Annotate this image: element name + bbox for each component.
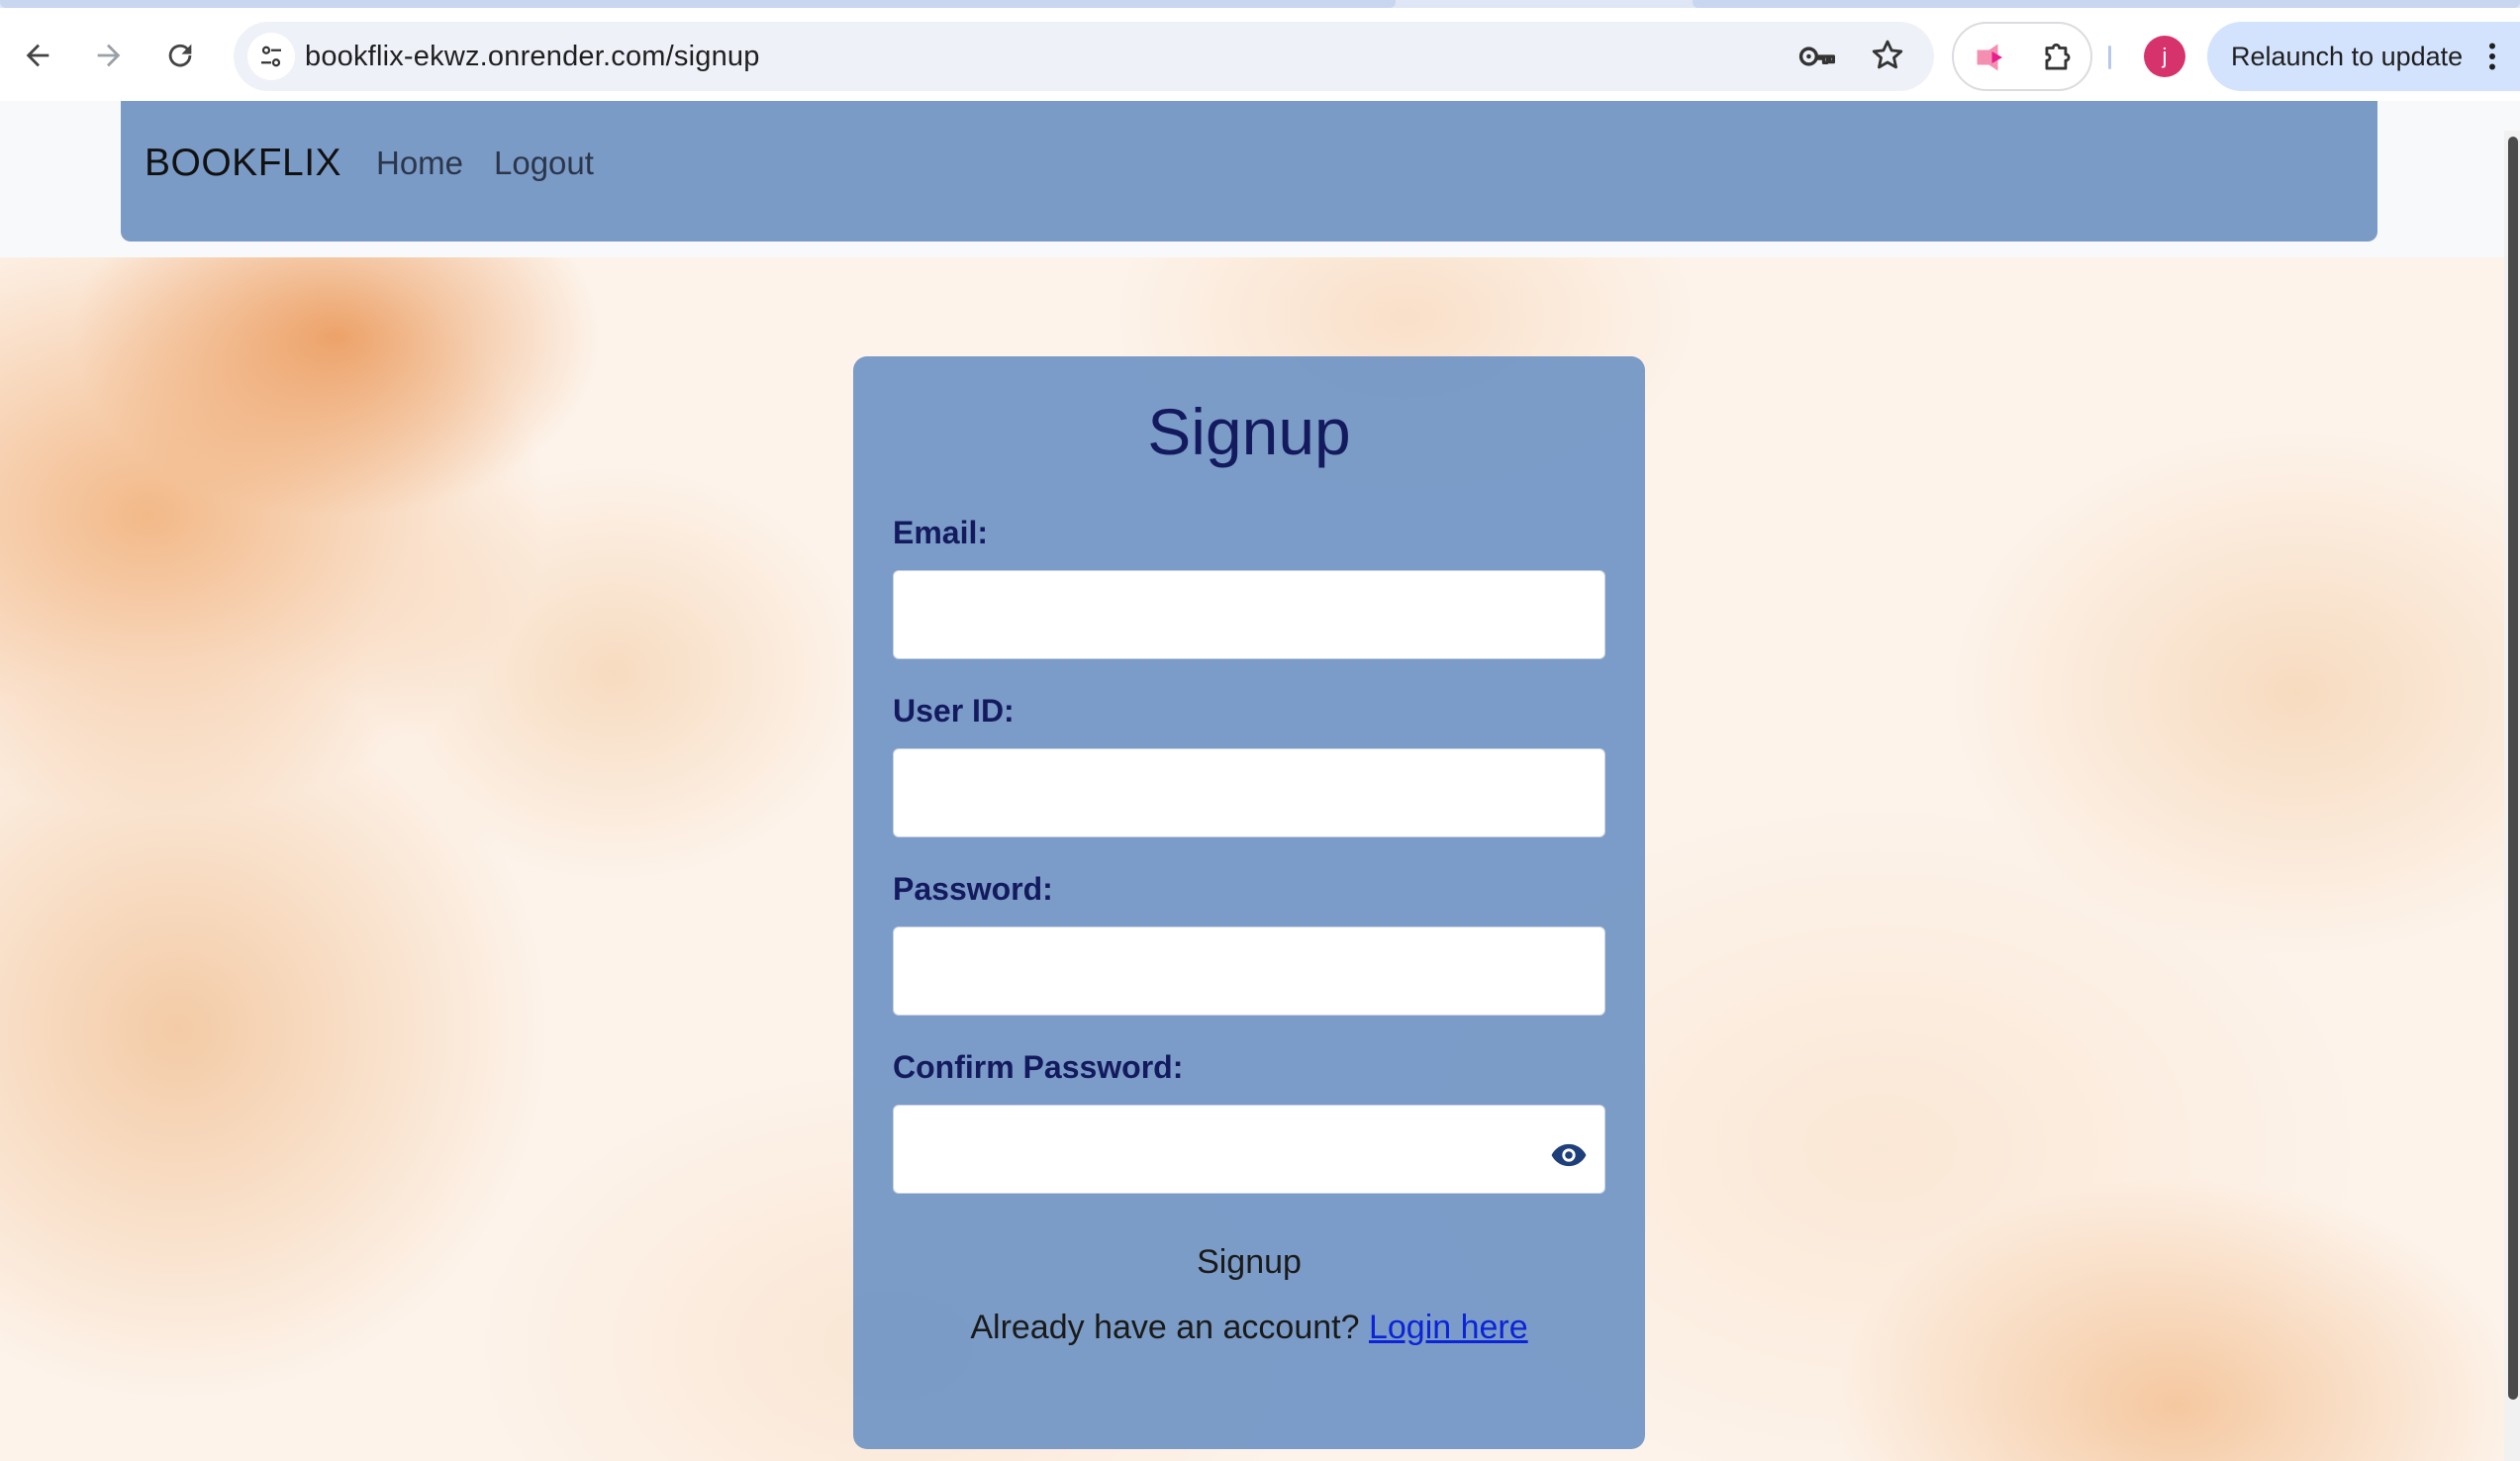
tune-icon [261, 46, 281, 67]
scrollbar-thumb[interactable] [2508, 137, 2518, 1400]
signup-title: Signup [1147, 395, 1351, 468]
nav-link-logout[interactable]: Logout [494, 101, 594, 226]
tab-strip [0, 0, 2520, 8]
site-navbar: BOOKFLIX Home Logout [121, 101, 2377, 242]
forward-arrow-icon [97, 44, 121, 67]
password-label: Password: [893, 871, 1053, 907]
confirm-password-field[interactable] [893, 1105, 1605, 1194]
address-bar[interactable]: bookflix-ekwz.onrender.com/signup [234, 22, 1934, 91]
login-link[interactable]: Login here [1369, 1309, 1528, 1346]
confirm-password-label: Confirm Password: [893, 1049, 1184, 1085]
back-arrow-icon [26, 44, 49, 67]
profile-avatar[interactable]: j [2144, 36, 2185, 77]
toolbar-separator [2108, 46, 2111, 69]
more-vert-icon[interactable] [2474, 39, 2510, 74]
email-field[interactable] [893, 570, 1605, 659]
forward-button[interactable] [81, 28, 137, 83]
nav-link-home[interactable]: Home [376, 101, 463, 226]
back-button[interactable] [10, 28, 65, 83]
signup-button[interactable]: Signup [1111, 1227, 1388, 1297]
password-field[interactable] [893, 926, 1605, 1016]
url-text[interactable]: bookflix-ekwz.onrender.com/signup [305, 22, 760, 91]
tab-active-edge[interactable] [0, 0, 1396, 8]
email-label: Email: [893, 515, 989, 550]
puzzle-icon[interactable] [2039, 39, 2077, 76]
reload-icon [168, 44, 192, 67]
star-icon[interactable] [1869, 37, 1906, 74]
browser-toolbar: bookflix-ekwz.onrender.com/signup j Rela… [0, 8, 2520, 101]
navbar-container: BOOKFLIX Home Logout [0, 101, 2520, 257]
relaunch-button[interactable]: Relaunch to update [2207, 22, 2520, 91]
login-prompt: Already have an account? Login here [853, 1309, 1645, 1347]
extensions-pill [1952, 22, 2092, 91]
page-viewport: BOOKFLIX Home Logout Signup Email: User … [0, 101, 2520, 1461]
eye-icon[interactable] [1550, 1142, 1588, 1168]
user-id-field[interactable] [893, 748, 1605, 837]
reload-button[interactable] [152, 28, 208, 83]
user-id-label: User ID: [893, 693, 1015, 729]
login-prompt-text: Already have an account? [970, 1309, 1360, 1346]
extension-arrow-icon[interactable] [1972, 40, 2009, 75]
signup-card: Signup Email: User ID: Password: Confirm… [853, 356, 1645, 1449]
key-icon[interactable] [1797, 39, 1837, 74]
relaunch-label: Relaunch to update [2231, 42, 2464, 71]
site-info-button[interactable] [247, 33, 295, 80]
tab-inactive-edge[interactable] [1693, 0, 2520, 8]
brand-logo[interactable]: BOOKFLIX [145, 101, 341, 226]
